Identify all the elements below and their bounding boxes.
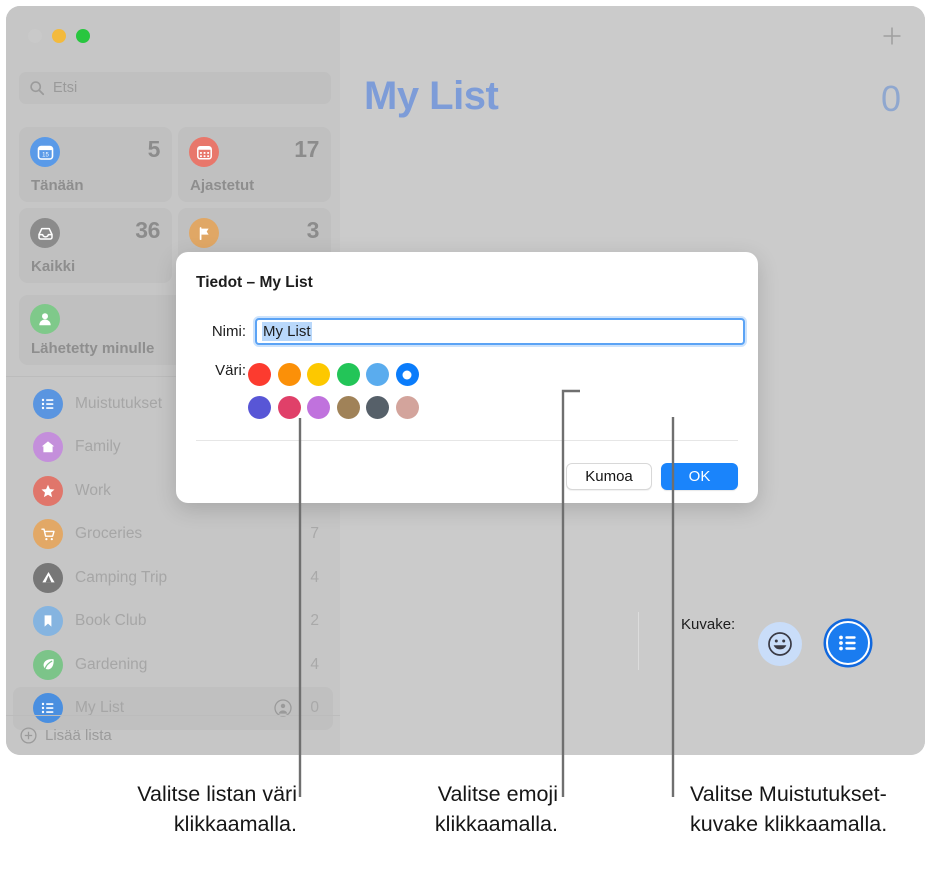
smart-card-count: 5 bbox=[147, 136, 161, 162]
dialog-vertical-separator bbox=[638, 612, 639, 670]
add-list-button[interactable]: Lisää lista bbox=[6, 715, 340, 755]
name-field-row: Nimi: My List bbox=[176, 318, 758, 345]
add-list-label: Lisää lista bbox=[45, 727, 112, 744]
reminder-count: 0 bbox=[880, 78, 901, 119]
emoji-smiley-icon bbox=[768, 632, 792, 656]
color-swatch-brown[interactable] bbox=[336, 396, 360, 419]
reminders-icon-option[interactable] bbox=[826, 621, 870, 665]
color-swatch-cell bbox=[334, 358, 364, 391]
bookmark-icon bbox=[33, 606, 63, 637]
color-swatch-pink[interactable] bbox=[277, 396, 301, 419]
color-swatch-cell bbox=[393, 358, 423, 391]
leaf-icon bbox=[33, 649, 63, 680]
list-name-value: My List bbox=[262, 322, 312, 341]
tent-icon bbox=[33, 562, 63, 593]
list-item-groceries[interactable]: Groceries 7 bbox=[13, 513, 333, 557]
color-label: Väri: bbox=[215, 362, 246, 379]
tray-icon bbox=[30, 218, 60, 248]
color-swatch-purple[interactable] bbox=[307, 396, 331, 419]
color-swatch-cell bbox=[275, 391, 305, 424]
color-swatch-cell bbox=[304, 391, 334, 424]
icon-label: Kuvake: bbox=[681, 616, 736, 633]
screenshot-root: Etsi 15 5 Tänään 17 Ajastetut 36 Kaikki … bbox=[0, 0, 931, 883]
emoji-icon-option[interactable] bbox=[758, 622, 802, 666]
search-input[interactable]: Etsi bbox=[19, 72, 331, 104]
close-window-button[interactable] bbox=[28, 29, 42, 43]
star-icon bbox=[33, 475, 63, 506]
color-swatch-indigo[interactable] bbox=[248, 396, 272, 419]
smart-card-today[interactable]: 15 5 Tänään bbox=[19, 127, 172, 202]
search-icon bbox=[30, 81, 45, 96]
color-swatch-taupe[interactable] bbox=[395, 396, 419, 419]
color-swatch-blue[interactable] bbox=[395, 363, 419, 386]
list-bullet-icon bbox=[33, 388, 63, 419]
color-swatch-orange[interactable] bbox=[277, 363, 301, 386]
minimize-window-button[interactable] bbox=[52, 29, 66, 43]
color-swatch-cell bbox=[363, 358, 393, 391]
cart-icon bbox=[33, 519, 63, 550]
list-name-input[interactable]: My List bbox=[255, 318, 745, 345]
shared-card-label: Lähetetty minulle bbox=[31, 340, 155, 357]
smart-card-scheduled[interactable]: 17 Ajastetut bbox=[178, 127, 331, 202]
dialog-separator bbox=[196, 440, 738, 441]
dialog-title: Tiedot – My List bbox=[196, 274, 313, 291]
color-swatch-red[interactable] bbox=[248, 363, 272, 386]
flag-icon bbox=[189, 218, 219, 248]
list-item-label: Gardening bbox=[75, 655, 148, 673]
list-item-label: Book Club bbox=[75, 612, 147, 630]
list-item-gardening[interactable]: Gardening 4 bbox=[13, 643, 333, 687]
person-icon bbox=[30, 304, 60, 334]
search-placeholder: Etsi bbox=[53, 80, 78, 96]
calendar-day-icon: 15 bbox=[30, 137, 60, 167]
add-reminder-button[interactable] bbox=[881, 25, 903, 47]
smart-card-count: 36 bbox=[135, 217, 160, 243]
list-item-count: 2 bbox=[310, 612, 319, 630]
color-swatch-cell bbox=[245, 358, 275, 391]
smart-card-count: 3 bbox=[306, 217, 320, 243]
ok-button[interactable]: OK bbox=[661, 463, 738, 490]
list-item-label: Camping Trip bbox=[75, 568, 168, 586]
color-swatch-cell bbox=[363, 391, 393, 424]
color-swatch-light-blue[interactable] bbox=[366, 363, 390, 386]
smart-card-all[interactable]: 36 Kaikki bbox=[19, 208, 172, 283]
smart-card-label: Ajastetut bbox=[190, 177, 255, 194]
list-item-count: 7 bbox=[310, 525, 319, 543]
color-swatch-slate[interactable] bbox=[366, 396, 390, 419]
smart-card-label: Tänään bbox=[31, 177, 84, 194]
list-item-book-club[interactable]: Book Club 2 bbox=[13, 600, 333, 644]
callout-emoji-text: Valitse emoji klikkaamalla. bbox=[434, 782, 558, 836]
calendar-icon bbox=[189, 137, 219, 167]
traffic-lights bbox=[28, 29, 90, 43]
color-swatch-cell bbox=[275, 358, 305, 391]
house-icon bbox=[33, 432, 63, 463]
color-swatch-cell bbox=[245, 391, 275, 424]
list-item-count: 4 bbox=[310, 655, 319, 673]
color-swatch-yellow[interactable] bbox=[307, 363, 331, 386]
color-swatch-group bbox=[245, 358, 422, 424]
color-swatch-cell bbox=[393, 391, 423, 424]
color-swatch-green[interactable] bbox=[336, 363, 360, 386]
cancel-button[interactable]: Kumoa bbox=[566, 463, 652, 490]
list-item-camping-trip[interactable]: Camping Trip 4 bbox=[13, 556, 333, 600]
list-item-count: 4 bbox=[310, 568, 319, 586]
maximize-window-button[interactable] bbox=[76, 29, 90, 43]
list-item-label: Groceries bbox=[75, 525, 143, 543]
smart-card-count: 17 bbox=[294, 136, 319, 162]
page-title: My List bbox=[364, 74, 499, 118]
reminders-list-icon bbox=[839, 635, 856, 651]
smart-card-label: Kaikki bbox=[31, 258, 76, 275]
color-swatch-cell bbox=[334, 391, 364, 424]
plus-circle-icon bbox=[20, 727, 37, 744]
name-label: Nimi: bbox=[211, 323, 246, 340]
callout-color-text: Valitse listan väri klikkaamalla. bbox=[137, 782, 297, 836]
callout-reminders-text: Valitse Muistutukset-kuvake klikkaamalla… bbox=[690, 782, 888, 836]
color-swatch-cell bbox=[304, 358, 334, 391]
svg-text:15: 15 bbox=[42, 152, 49, 158]
